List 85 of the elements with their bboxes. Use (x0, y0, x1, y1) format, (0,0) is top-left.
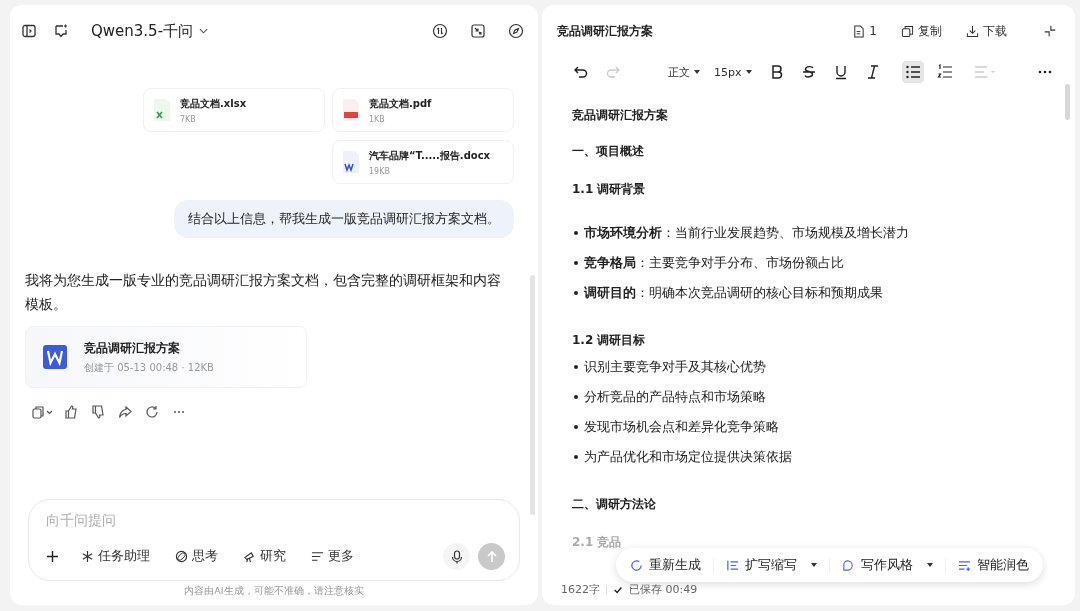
document-file-icon (341, 150, 361, 174)
bullet-item: 市场环境分析：当前行业发展趋势、市场规模及增长潜力 (572, 225, 1075, 255)
telescope-icon (243, 550, 256, 563)
subsection-heading: 2.1 竞品 (572, 534, 623, 551)
document-heading: 竞品调研汇报方案 (572, 107, 669, 124)
page-icon (852, 24, 866, 38)
scrollbar-thumb[interactable] (1065, 84, 1070, 120)
bullet-item: 识别主要竞争对手及其核心优势 (572, 359, 1075, 389)
sparkle-list-icon (958, 558, 971, 572)
font-size-dropdown[interactable]: 15px (714, 65, 752, 79)
text-style-dropdown[interactable]: 正文 (668, 64, 700, 80)
download-icon (966, 24, 979, 38)
tool-button[interactable]: 研究 (243, 548, 286, 565)
exit-fullscreen-icon[interactable] (1043, 24, 1057, 38)
tool-button[interactable]: 思考 (175, 548, 218, 565)
bullets-button[interactable] (901, 61, 924, 83)
refresh-icon[interactable] (145, 405, 159, 419)
ai-action-button[interactable]: 写作风格 (842, 556, 933, 574)
bullet-item: 调研目的：明确本次竞品调研的核心目标和预期成果 (572, 285, 1075, 315)
download-button[interactable]: 下载 (966, 22, 1007, 40)
file-attachment[interactable]: 汽车品牌“T.....报告.docx 19KB (332, 140, 514, 184)
word-count: 1622字 (561, 582, 600, 597)
file-attachment[interactable]: 竞品文档.xlsx 7KB (143, 88, 325, 132)
thumbs-up-icon[interactable] (64, 405, 78, 419)
disclaimer: 内容由AI生成，可能不准确，请注意核实 (183, 585, 365, 598)
tool-button[interactable]: 更多 (311, 548, 354, 565)
save-status: 已保存 00:49 (629, 582, 698, 597)
model-selector[interactable]: Qwen3.5-千问 (91, 21, 209, 41)
file-attachment[interactable]: 竞品文档.pdf 1KB (332, 88, 514, 132)
subsection-heading: 1.1 调研背景 (572, 181, 647, 198)
section-heading: 一、项目概述 (572, 143, 645, 160)
strike-icon (800, 64, 817, 80)
tool-button[interactable]: 任务助理 (81, 548, 150, 565)
file-size: 1KB (369, 114, 386, 124)
bullets-icon (904, 64, 921, 80)
align-icon (972, 64, 997, 80)
bullet-item: 发现市场机会点和差异化竞争策略 (572, 419, 1075, 449)
swap-icon[interactable] (432, 23, 448, 39)
ai-action-button[interactable]: 扩写缩写 (726, 556, 817, 574)
document-title: 竞品调研汇报方案 (84, 339, 181, 357)
sidebar-toggle-icon[interactable] (21, 23, 37, 39)
spreadsheet-file-icon (152, 98, 172, 122)
collapse-icon[interactable] (470, 23, 486, 39)
pdf-file-icon (341, 98, 361, 122)
numbers-icon (936, 64, 953, 80)
user-message: 结合以上信息，帮我生成一版竞品调研汇报方案文档。 (174, 200, 514, 238)
share-icon[interactable] (118, 405, 132, 419)
microphone-button[interactable] (443, 543, 470, 570)
bullet-item: 竞争格局：主要竞争对手分布、市场份额占比 (572, 255, 1075, 285)
list-icon (726, 558, 739, 572)
document-meta: 创建于 05-13 00:48 · 12KB (84, 360, 214, 375)
list-icon (311, 550, 324, 563)
redo-icon (605, 64, 621, 80)
bullet-item: 为产品优化和市场定位提供决策依据 (572, 449, 1075, 479)
document-title: 竞品调研汇报方案 (557, 22, 653, 40)
document-card[interactable]: 竞品调研汇报方案 创建于 05-13 00:48 · 12KB (25, 326, 307, 388)
file-name: 竞品文档.pdf (369, 96, 432, 111)
refresh-icon (630, 558, 643, 572)
file-name: 汽车品牌“T.....报告.docx (369, 148, 491, 163)
file-size: 19KB (369, 166, 391, 176)
word-document-icon (43, 345, 67, 369)
copy-button[interactable]: 复制 (901, 22, 942, 40)
chevron-down-icon (199, 28, 209, 34)
check-icon (613, 584, 623, 595)
microphone-icon (449, 549, 464, 564)
copy-icon (901, 24, 914, 38)
subsection-heading: 1.2 调研目标 (572, 332, 647, 349)
compass-icon[interactable] (508, 23, 524, 39)
add-icon[interactable] (46, 550, 59, 563)
file-size: 7KB (180, 114, 197, 124)
undo-icon (573, 64, 589, 80)
ai-action-button[interactable]: 智能润色 (958, 556, 1029, 574)
new-chat-icon[interactable] (53, 23, 69, 39)
page-count-button[interactable]: 1 (852, 24, 877, 38)
chat-input[interactable]: 向千问提问 任务助理 思考 研究 更多 (28, 499, 520, 581)
section-heading: 二、调研方法论 (572, 496, 657, 513)
chat-bubble-icon (842, 558, 855, 572)
assistant-message: 我将为您生成一版专业的竞品调研汇报方案文档，包含完整的调研框架和内容模板。 (25, 271, 502, 314)
file-name: 竞品文档.xlsx (180, 96, 247, 111)
atom-icon (175, 550, 188, 563)
ai-action-button[interactable]: 重新生成 (630, 556, 701, 574)
sparkle-icon (81, 550, 94, 563)
scrollbar-thumb[interactable] (530, 275, 535, 515)
bullet-item: 分析竞品的产品特点和市场策略 (572, 389, 1075, 419)
thumbs-down-icon[interactable] (91, 405, 105, 419)
